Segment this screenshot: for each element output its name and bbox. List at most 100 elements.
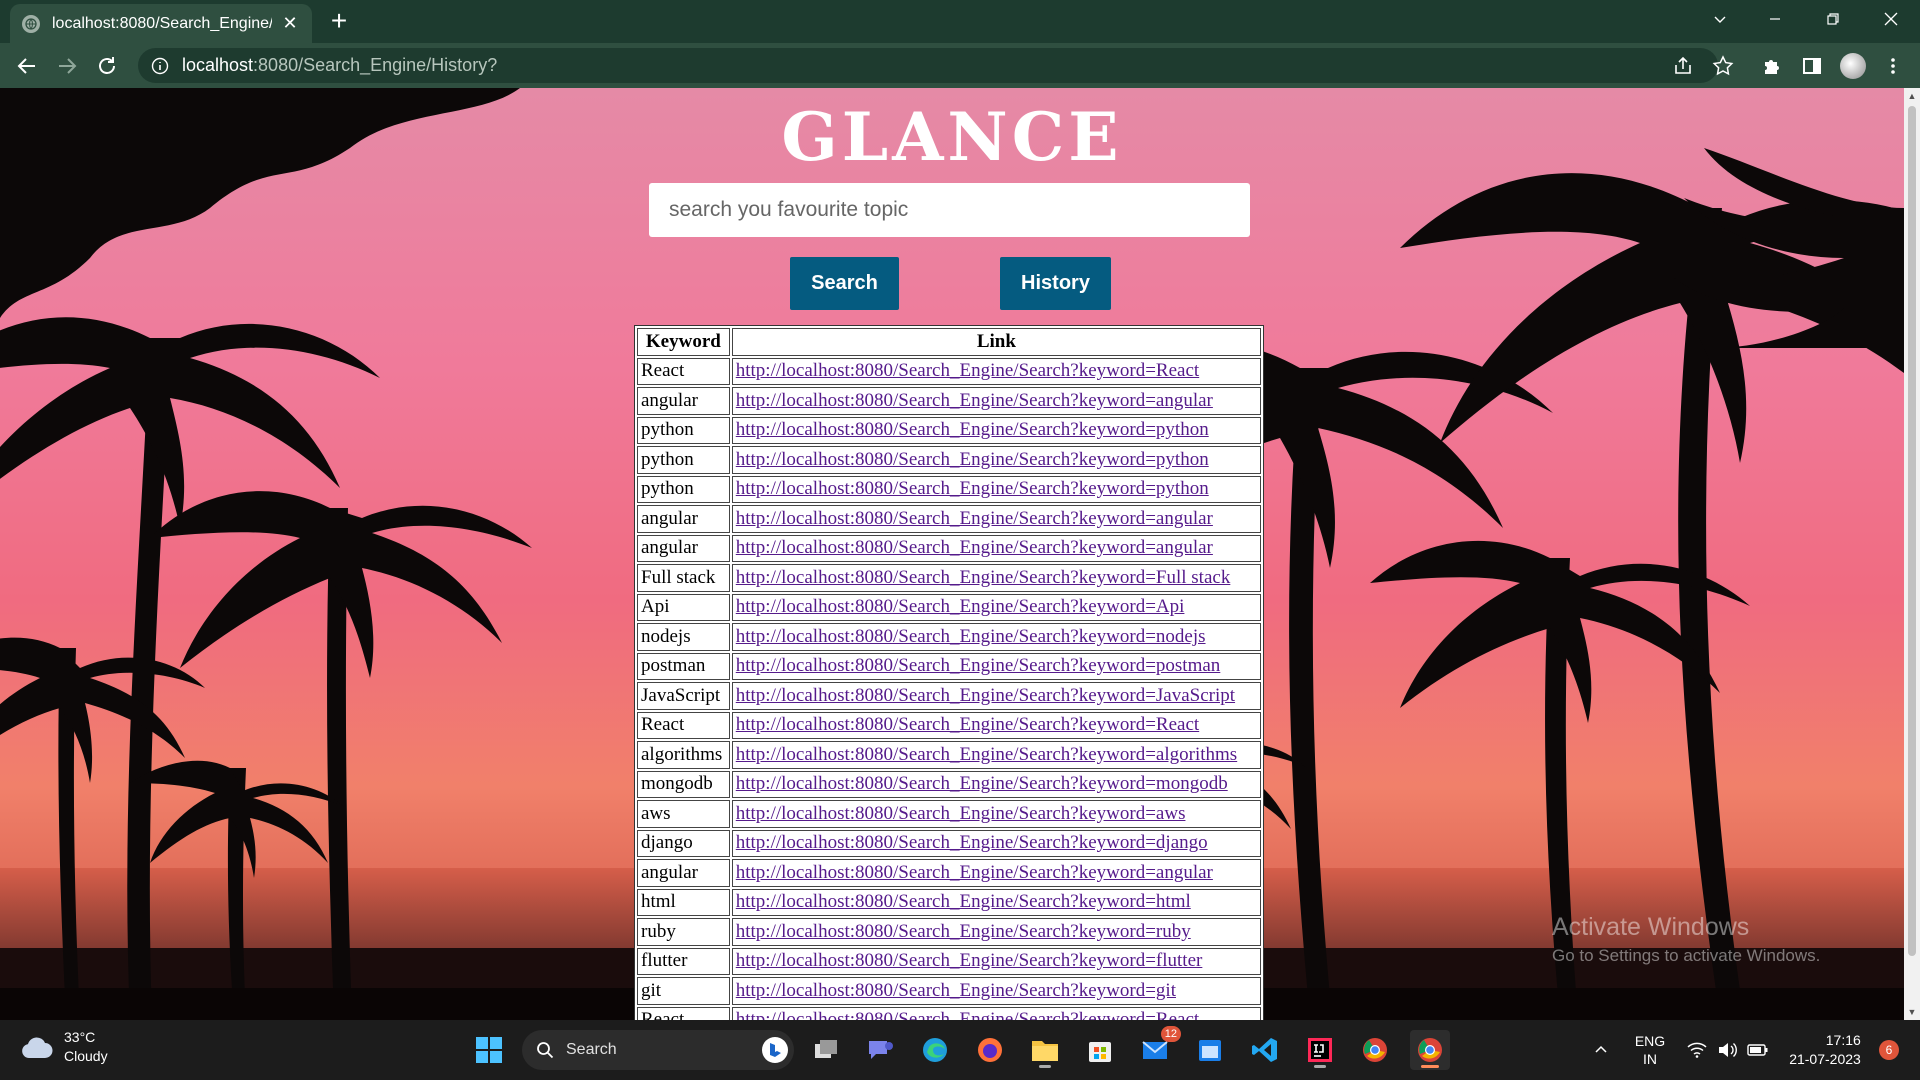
tab-title: localhost:8080/Search_Engine/Hi <box>52 14 272 32</box>
wifi-icon[interactable] <box>1684 1020 1710 1080</box>
history-link[interactable]: http://localhost:8080/Search_Engine/Sear… <box>736 773 1228 794</box>
extensions-puzzle-icon[interactable] <box>1759 53 1785 79</box>
keyword-cell: mongodb <box>637 770 730 798</box>
history-link[interactable]: http://localhost:8080/Search_Engine/Sear… <box>736 537 1213 558</box>
battery-icon[interactable] <box>1744 1020 1772 1080</box>
taskbar-search-label: Search <box>566 1041 617 1058</box>
profile-avatar[interactable] <box>1840 53 1866 79</box>
system-clock[interactable]: 17:16 21-07-2023 <box>1780 1020 1870 1080</box>
search-button[interactable]: Search <box>790 257 899 310</box>
history-table: Keyword Link React http://localhost:8080/… <box>634 325 1264 1020</box>
notification-center[interactable]: 6 <box>1874 1020 1904 1080</box>
language-indicator[interactable]: ENG IN <box>1628 1020 1672 1080</box>
firefox-icon[interactable] <box>970 1030 1010 1070</box>
scroll-up-icon[interactable]: ▲ <box>1904 88 1920 104</box>
restore-icon[interactable] <box>1808 0 1858 38</box>
history-link[interactable]: http://localhost:8080/Search_Engine/Sear… <box>736 744 1237 765</box>
keyword-cell: python <box>637 475 730 503</box>
link-cell: http://localhost:8080/Search_Engine/Sear… <box>731 977 1261 1005</box>
history-link[interactable]: http://localhost:8080/Search_Engine/Sear… <box>736 419 1209 440</box>
table-row: postman http://localhost:8080/Search_Engi… <box>637 652 1261 680</box>
history-link[interactable]: http://localhost:8080/Search_Engine/Sear… <box>736 685 1235 706</box>
link-cell: http://localhost:8080/Search_Engine/Sear… <box>731 593 1261 621</box>
address-bar[interactable]: localhost:8080/Search_Engine/History? <box>138 48 1718 83</box>
search-input[interactable] <box>649 183 1250 237</box>
weather-description: Cloudy <box>64 1048 108 1064</box>
new-tab-button[interactable]: + <box>324 6 354 36</box>
search-icon <box>537 1042 554 1059</box>
history-link[interactable]: http://localhost:8080/Search_Engine/Sear… <box>736 390 1213 411</box>
history-link[interactable]: http://localhost:8080/Search_Engine/Sear… <box>736 567 1231 588</box>
link-cell: http://localhost:8080/Search_Engine/Sear… <box>731 564 1261 592</box>
history-link[interactable]: http://localhost:8080/Search_Engine/Sear… <box>736 803 1186 824</box>
table-row: angular http://localhost:8080/Search_Engi… <box>637 534 1261 562</box>
history-button[interactable]: History <box>1000 257 1111 310</box>
taskbar-search[interactable]: Search <box>522 1030 794 1070</box>
weather-widget[interactable]: 33°C Cloudy <box>20 1028 108 1066</box>
table-row: algorithms http://localhost:8080/Search_E… <box>637 741 1261 769</box>
history-link[interactable]: http://localhost:8080/Search_Engine/Sear… <box>736 655 1221 676</box>
window-close-icon[interactable] <box>1866 0 1916 38</box>
bookmark-star-icon[interactable] <box>1710 53 1736 79</box>
chrome-icon[interactable] <box>1355 1030 1395 1070</box>
file-explorer-icon[interactable] <box>1025 1030 1065 1070</box>
share-icon[interactable] <box>1670 53 1696 79</box>
history-link[interactable]: http://localhost:8080/Search_Engine/Sear… <box>736 449 1209 470</box>
table-row: django http://localhost:8080/Search_Engin… <box>637 829 1261 857</box>
scrollbar-thumb[interactable] <box>1908 106 1916 956</box>
edge-icon[interactable] <box>915 1030 955 1070</box>
url-host: localhost <box>182 55 254 75</box>
chrome-active-icon[interactable] <box>1410 1030 1450 1070</box>
history-link[interactable]: http://localhost:8080/Search_Engine/Sear… <box>736 714 1199 735</box>
windows-start-icon[interactable] <box>469 1030 509 1070</box>
keyword-cell: nodejs <box>637 623 730 651</box>
link-cell: http://localhost:8080/Search_Engine/Sear… <box>731 947 1261 975</box>
chevron-up-icon[interactable] <box>1586 1020 1616 1080</box>
kebab-menu-icon[interactable] <box>1880 53 1906 79</box>
keyword-cell: JavaScript <box>637 682 730 710</box>
volume-icon[interactable] <box>1714 1020 1740 1080</box>
teams-chat-icon[interactable] <box>860 1030 900 1070</box>
chevron-down-icon[interactable] <box>1695 0 1745 38</box>
history-link[interactable]: http://localhost:8080/Search_Engine/Sear… <box>736 950 1203 971</box>
intellij-icon[interactable] <box>1300 1030 1340 1070</box>
history-link[interactable]: http://localhost:8080/Search_Engine/Sear… <box>736 596 1185 617</box>
history-link[interactable]: http://localhost:8080/Search_Engine/Sear… <box>736 508 1213 529</box>
history-link[interactable]: http://localhost:8080/Search_Engine/Sear… <box>736 832 1208 853</box>
history-link[interactable]: http://localhost:8080/Search_Engine/Sear… <box>736 1009 1199 1020</box>
back-arrow-icon[interactable] <box>12 51 42 81</box>
vscode-icon[interactable] <box>1245 1030 1285 1070</box>
keyword-cell: React <box>637 357 730 385</box>
link-cell: http://localhost:8080/Search_Engine/Sear… <box>731 446 1261 474</box>
task-view-icon[interactable] <box>806 1030 846 1070</box>
reload-icon[interactable] <box>92 51 122 81</box>
link-cell: http://localhost:8080/Search_Engine/Sear… <box>731 623 1261 651</box>
history-link[interactable]: http://localhost:8080/Search_Engine/Sear… <box>736 478 1209 499</box>
side-panel-icon[interactable] <box>1799 53 1825 79</box>
minimize-icon[interactable] <box>1750 0 1800 38</box>
calendar-icon[interactable] <box>1190 1030 1230 1070</box>
history-link[interactable]: http://localhost:8080/Search_Engine/Sear… <box>736 626 1206 647</box>
info-icon[interactable] <box>150 56 170 76</box>
keyword-cell: algorithms <box>637 741 730 769</box>
activate-windows-watermark: Activate Windows Go to Settings to activ… <box>1552 913 1820 966</box>
page-scrollbar[interactable]: ▲ ▼ <box>1904 88 1920 1020</box>
table-row: React http://localhost:8080/Search_Engine… <box>637 357 1261 385</box>
link-cell: http://localhost:8080/Search_Engine/Sear… <box>731 859 1261 887</box>
history-link[interactable]: http://localhost:8080/Search_Engine/Sear… <box>736 921 1191 942</box>
keyword-cell: flutter <box>637 947 730 975</box>
forward-arrow-icon[interactable] <box>52 51 82 81</box>
mail-icon[interactable]: 12 <box>1135 1026 1181 1070</box>
keyword-cell: angular <box>637 859 730 887</box>
browser-tab[interactable]: localhost:8080/Search_Engine/Hi ✕ <box>10 4 312 43</box>
watermark-title: Activate Windows <box>1552 913 1750 941</box>
history-link[interactable]: http://localhost:8080/Search_Engine/Sear… <box>736 862 1213 883</box>
table-row: angular http://localhost:8080/Search_Engi… <box>637 505 1261 533</box>
history-link[interactable]: http://localhost:8080/Search_Engine/Sear… <box>736 360 1199 381</box>
history-link[interactable]: http://localhost:8080/Search_Engine/Sear… <box>736 980 1176 1001</box>
history-link[interactable]: http://localhost:8080/Search_Engine/Sear… <box>736 891 1191 912</box>
scroll-down-icon[interactable]: ▼ <box>1904 1004 1920 1020</box>
close-icon[interactable]: ✕ <box>280 13 300 34</box>
microsoft-store-icon[interactable] <box>1080 1030 1120 1070</box>
link-cell: http://localhost:8080/Search_Engine/Sear… <box>731 918 1261 946</box>
